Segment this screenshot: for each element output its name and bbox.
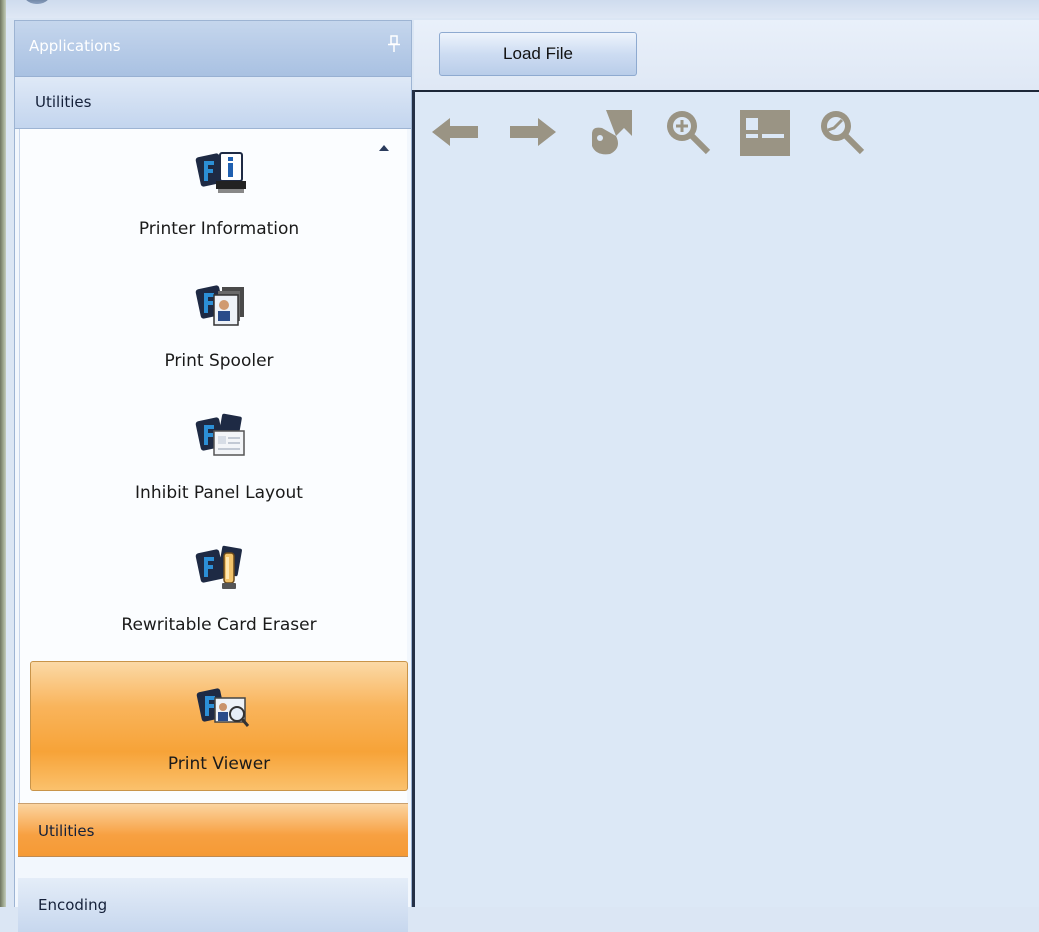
zoom-in-icon[interactable] (660, 106, 716, 158)
nav-items-list: Printer Information Print Spooler Inhibi… (19, 129, 408, 823)
print-spooler-icon (195, 285, 244, 326)
inhibit-panel-icon (195, 413, 245, 456)
nav-item-print-spooler[interactable]: Print Spooler (30, 265, 408, 395)
nav-item-print-viewer[interactable]: Print Viewer (30, 661, 408, 791)
nav-item-label: Printer Information (138, 219, 300, 239)
nav-item-inhibit-panel-layout[interactable]: Inhibit Panel Layout (30, 397, 408, 527)
group-header-utilities-bottom[interactable]: Utilities (18, 803, 408, 857)
page-view-icon[interactable] (738, 106, 794, 158)
nav-pane-title: Applications (29, 37, 121, 55)
nav-item-label: Rewritable Card Eraser (121, 615, 317, 635)
fit-page-icon[interactable] (586, 106, 642, 158)
print-viewer-icon (196, 688, 250, 727)
nav-item-label: Inhibit Panel Layout (135, 483, 303, 503)
window-left-edge (0, 0, 6, 907)
load-file-button[interactable]: Load File (439, 32, 637, 76)
back-arrow-icon[interactable] (428, 106, 484, 158)
nav-pane-header: Applications (15, 21, 411, 77)
zoom-out-icon[interactable] (814, 106, 870, 158)
nav-item-label: Print Viewer (167, 754, 271, 774)
nav-item-rewritable-card-eraser[interactable]: Rewritable Card Eraser (30, 529, 408, 659)
pin-icon[interactable] (387, 35, 401, 53)
printer-info-icon (195, 152, 246, 193)
navigation-pane: Applications Utilities Printer Informati… (14, 20, 412, 907)
card-eraser-icon (195, 545, 242, 589)
nav-item-printer-information[interactable]: Printer Information (30, 133, 408, 263)
group-header-encoding[interactable]: Encoding (18, 878, 408, 932)
nav-item-label: Print Spooler (164, 351, 274, 371)
window-top-strip (0, 0, 1039, 18)
forward-arrow-icon[interactable] (504, 106, 560, 158)
print-viewer-canvas (415, 92, 1039, 907)
group-header-utilities[interactable]: Utilities (15, 77, 411, 129)
